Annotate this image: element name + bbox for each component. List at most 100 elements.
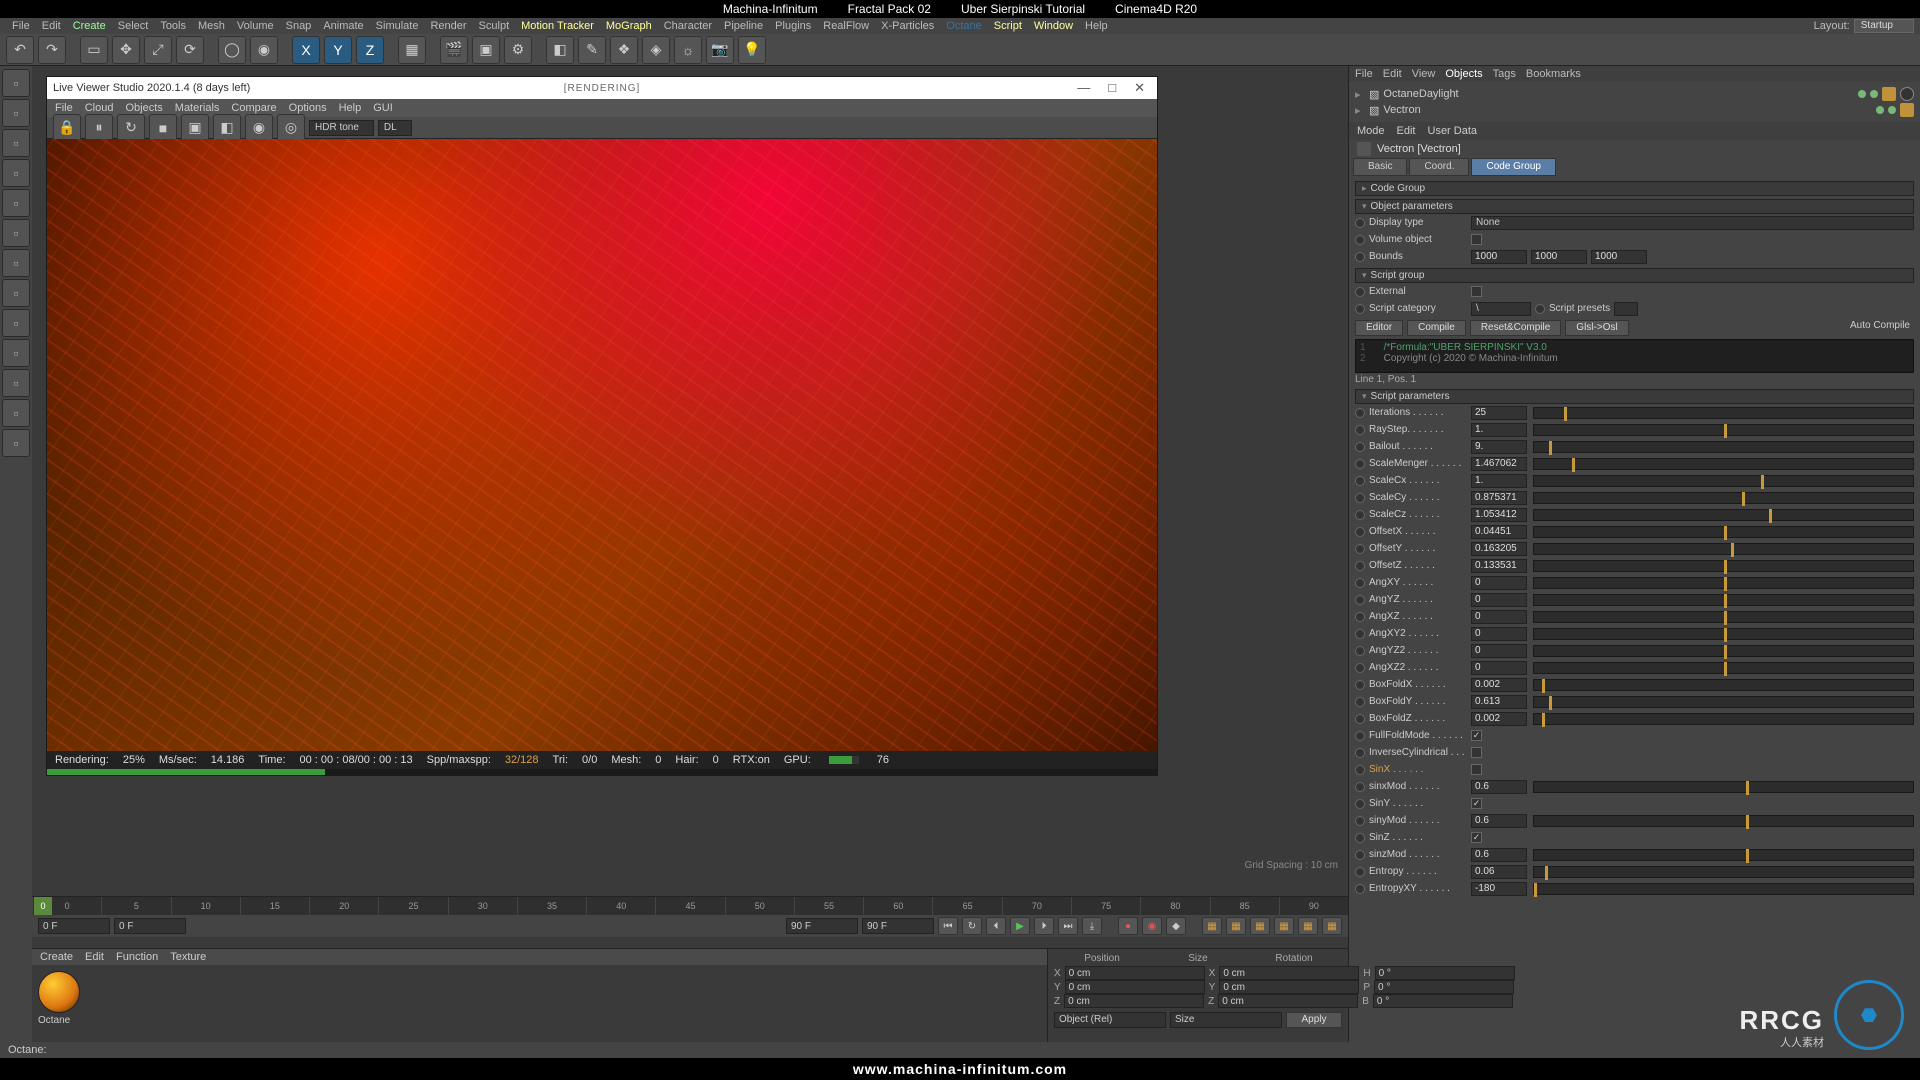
param-value-field[interactable] bbox=[1471, 695, 1527, 709]
frame-current-field[interactable] bbox=[38, 918, 110, 934]
anim-dot[interactable] bbox=[1355, 714, 1365, 724]
script-reset-compile-button[interactable]: Reset&Compile bbox=[1470, 320, 1561, 336]
rail-sphere-button[interactable]: ▫ bbox=[2, 309, 30, 337]
param-value-field[interactable] bbox=[1471, 457, 1527, 471]
live-viewer-titlebar[interactable]: Live Viewer Studio 2020.1.4 (8 days left… bbox=[47, 77, 1157, 99]
param-value-field[interactable] bbox=[1471, 661, 1527, 675]
anim-dot[interactable] bbox=[1355, 782, 1365, 792]
rail-plane-button[interactable]: ▫ bbox=[2, 129, 30, 157]
anim-dot[interactable] bbox=[1355, 833, 1365, 843]
anim-dot[interactable] bbox=[1355, 867, 1365, 877]
menu-create[interactable]: Create bbox=[67, 20, 112, 32]
menu-pipeline[interactable]: Pipeline bbox=[718, 20, 769, 32]
param-value-field[interactable] bbox=[1471, 576, 1527, 590]
range-end-field[interactable] bbox=[786, 918, 858, 934]
anim-dot[interactable] bbox=[1355, 218, 1365, 228]
param-slider[interactable] bbox=[1533, 645, 1914, 657]
om-tab-tags[interactable]: Tags bbox=[1493, 68, 1516, 80]
menu-volume[interactable]: Volume bbox=[231, 20, 280, 32]
script-category-combo[interactable]: \ bbox=[1471, 302, 1531, 316]
anim-dot[interactable] bbox=[1355, 612, 1365, 622]
menu-mograph[interactable]: MoGraph bbox=[600, 20, 658, 32]
param-value-field[interactable] bbox=[1471, 406, 1527, 420]
anim-dot[interactable] bbox=[1355, 765, 1365, 775]
maximize-icon[interactable]: □ bbox=[1108, 80, 1116, 96]
param-value-field[interactable] bbox=[1471, 814, 1527, 828]
param-slider[interactable] bbox=[1533, 662, 1914, 674]
frame-end-field[interactable] bbox=[862, 918, 934, 934]
coord-rot-h[interactable] bbox=[1375, 966, 1515, 980]
focus-icon[interactable]: ◎ bbox=[277, 114, 305, 142]
anim-dot[interactable] bbox=[1355, 287, 1365, 297]
autokey-button[interactable]: ◉ bbox=[1142, 917, 1162, 935]
layer-dot-green[interactable] bbox=[1858, 90, 1866, 98]
om-tab-view[interactable]: View bbox=[1412, 68, 1436, 80]
layout-combo[interactable]: Startup bbox=[1854, 19, 1914, 33]
z-axis-button[interactable]: Z bbox=[356, 36, 384, 64]
param-checkbox[interactable] bbox=[1471, 798, 1482, 809]
param-checkbox[interactable] bbox=[1471, 747, 1482, 758]
param-slider[interactable] bbox=[1533, 577, 1914, 589]
anim-dot[interactable] bbox=[1355, 629, 1365, 639]
anim-dot[interactable] bbox=[1355, 252, 1365, 262]
param-value-field[interactable] bbox=[1471, 678, 1527, 692]
om-tab-bookmarks[interactable]: Bookmarks bbox=[1526, 68, 1581, 80]
rail-magnet-button[interactable]: ▫ bbox=[2, 339, 30, 367]
cam-button[interactable]: 📷 bbox=[706, 36, 734, 64]
tree-toggle-icon[interactable]: ▸ bbox=[1355, 104, 1365, 117]
timeline-playhead[interactable]: 0 bbox=[34, 897, 52, 915]
goto-next-key-button[interactable]: ⤓ bbox=[1082, 917, 1102, 935]
anim-dot[interactable] bbox=[1355, 442, 1365, 452]
param-slider[interactable] bbox=[1533, 407, 1914, 419]
param-slider[interactable] bbox=[1533, 560, 1914, 572]
layer-dot-green2[interactable] bbox=[1870, 90, 1878, 98]
bounds-z-field[interactable] bbox=[1591, 250, 1647, 264]
material-swatch-octane[interactable] bbox=[38, 971, 80, 1013]
tonemap-combo[interactable]: HDR tone bbox=[309, 120, 374, 136]
menu-mesh[interactable]: Mesh bbox=[192, 20, 231, 32]
rail-globe-button[interactable]: ▫ bbox=[2, 69, 30, 97]
anim-dot[interactable] bbox=[1355, 578, 1365, 588]
param-value-field[interactable] bbox=[1471, 508, 1527, 522]
param-value-field[interactable] bbox=[1471, 440, 1527, 454]
osl-code-editor[interactable]: 1 /*Formula:"UBER SIERPINSKI" V3.0 2 Cop… bbox=[1355, 339, 1914, 373]
minimize-icon[interactable]: — bbox=[1077, 80, 1090, 96]
script-presets-combo[interactable] bbox=[1614, 302, 1638, 316]
object-row[interactable]: ▸▧OctaneDaylight bbox=[1355, 86, 1914, 102]
coord-pos-x[interactable] bbox=[1065, 966, 1205, 980]
param-value-field[interactable] bbox=[1471, 610, 1527, 624]
group-object-params[interactable]: Object parameters bbox=[1355, 199, 1914, 214]
pick-icon[interactable]: ◉ bbox=[245, 114, 273, 142]
anim-dot[interactable] bbox=[1355, 697, 1365, 707]
anim-dot[interactable] bbox=[1355, 527, 1365, 537]
step-fwd-button[interactable]: ⏵ bbox=[1034, 917, 1054, 935]
range-start-field[interactable] bbox=[114, 918, 186, 934]
clip-icon[interactable]: ◧ bbox=[213, 114, 241, 142]
anim-dot[interactable] bbox=[1355, 235, 1365, 245]
anim-dot[interactable] bbox=[1355, 459, 1365, 469]
coord-pos-y[interactable] bbox=[1065, 980, 1205, 994]
coord-rot-b[interactable] bbox=[1373, 994, 1513, 1008]
key-param-button[interactable]: ▦ bbox=[1274, 917, 1294, 935]
viewer-menu-compare[interactable]: Compare bbox=[231, 102, 276, 114]
rail-array-button[interactable]: ▫ bbox=[2, 159, 30, 187]
rotate-button[interactable]: ⟳ bbox=[176, 36, 204, 64]
deform-button[interactable]: ◈ bbox=[642, 36, 670, 64]
viewer-menu-help[interactable]: Help bbox=[339, 102, 362, 114]
menu-plugins[interactable]: Plugins bbox=[769, 20, 817, 32]
viewer-menu-file[interactable]: File bbox=[55, 102, 73, 114]
param-value-field[interactable] bbox=[1471, 593, 1527, 607]
viewer-menu-cloud[interactable]: Cloud bbox=[85, 102, 114, 114]
mat-menu-create[interactable]: Create bbox=[40, 951, 73, 963]
goto-start-button[interactable]: ⏮ bbox=[938, 917, 958, 935]
param-slider[interactable] bbox=[1533, 543, 1914, 555]
render-view[interactable] bbox=[47, 139, 1157, 751]
menu-tools[interactable]: Tools bbox=[154, 20, 192, 32]
rail-lock-button[interactable]: ▫ bbox=[2, 399, 30, 427]
anim-dot[interactable] bbox=[1355, 816, 1365, 826]
anim-dot[interactable] bbox=[1355, 544, 1365, 554]
rail-axis-button[interactable]: ▫ bbox=[2, 429, 30, 457]
script-compile-button[interactable]: Compile bbox=[1407, 320, 1466, 336]
param-slider[interactable] bbox=[1533, 849, 1914, 861]
group-script-params[interactable]: Script parameters bbox=[1355, 389, 1914, 404]
